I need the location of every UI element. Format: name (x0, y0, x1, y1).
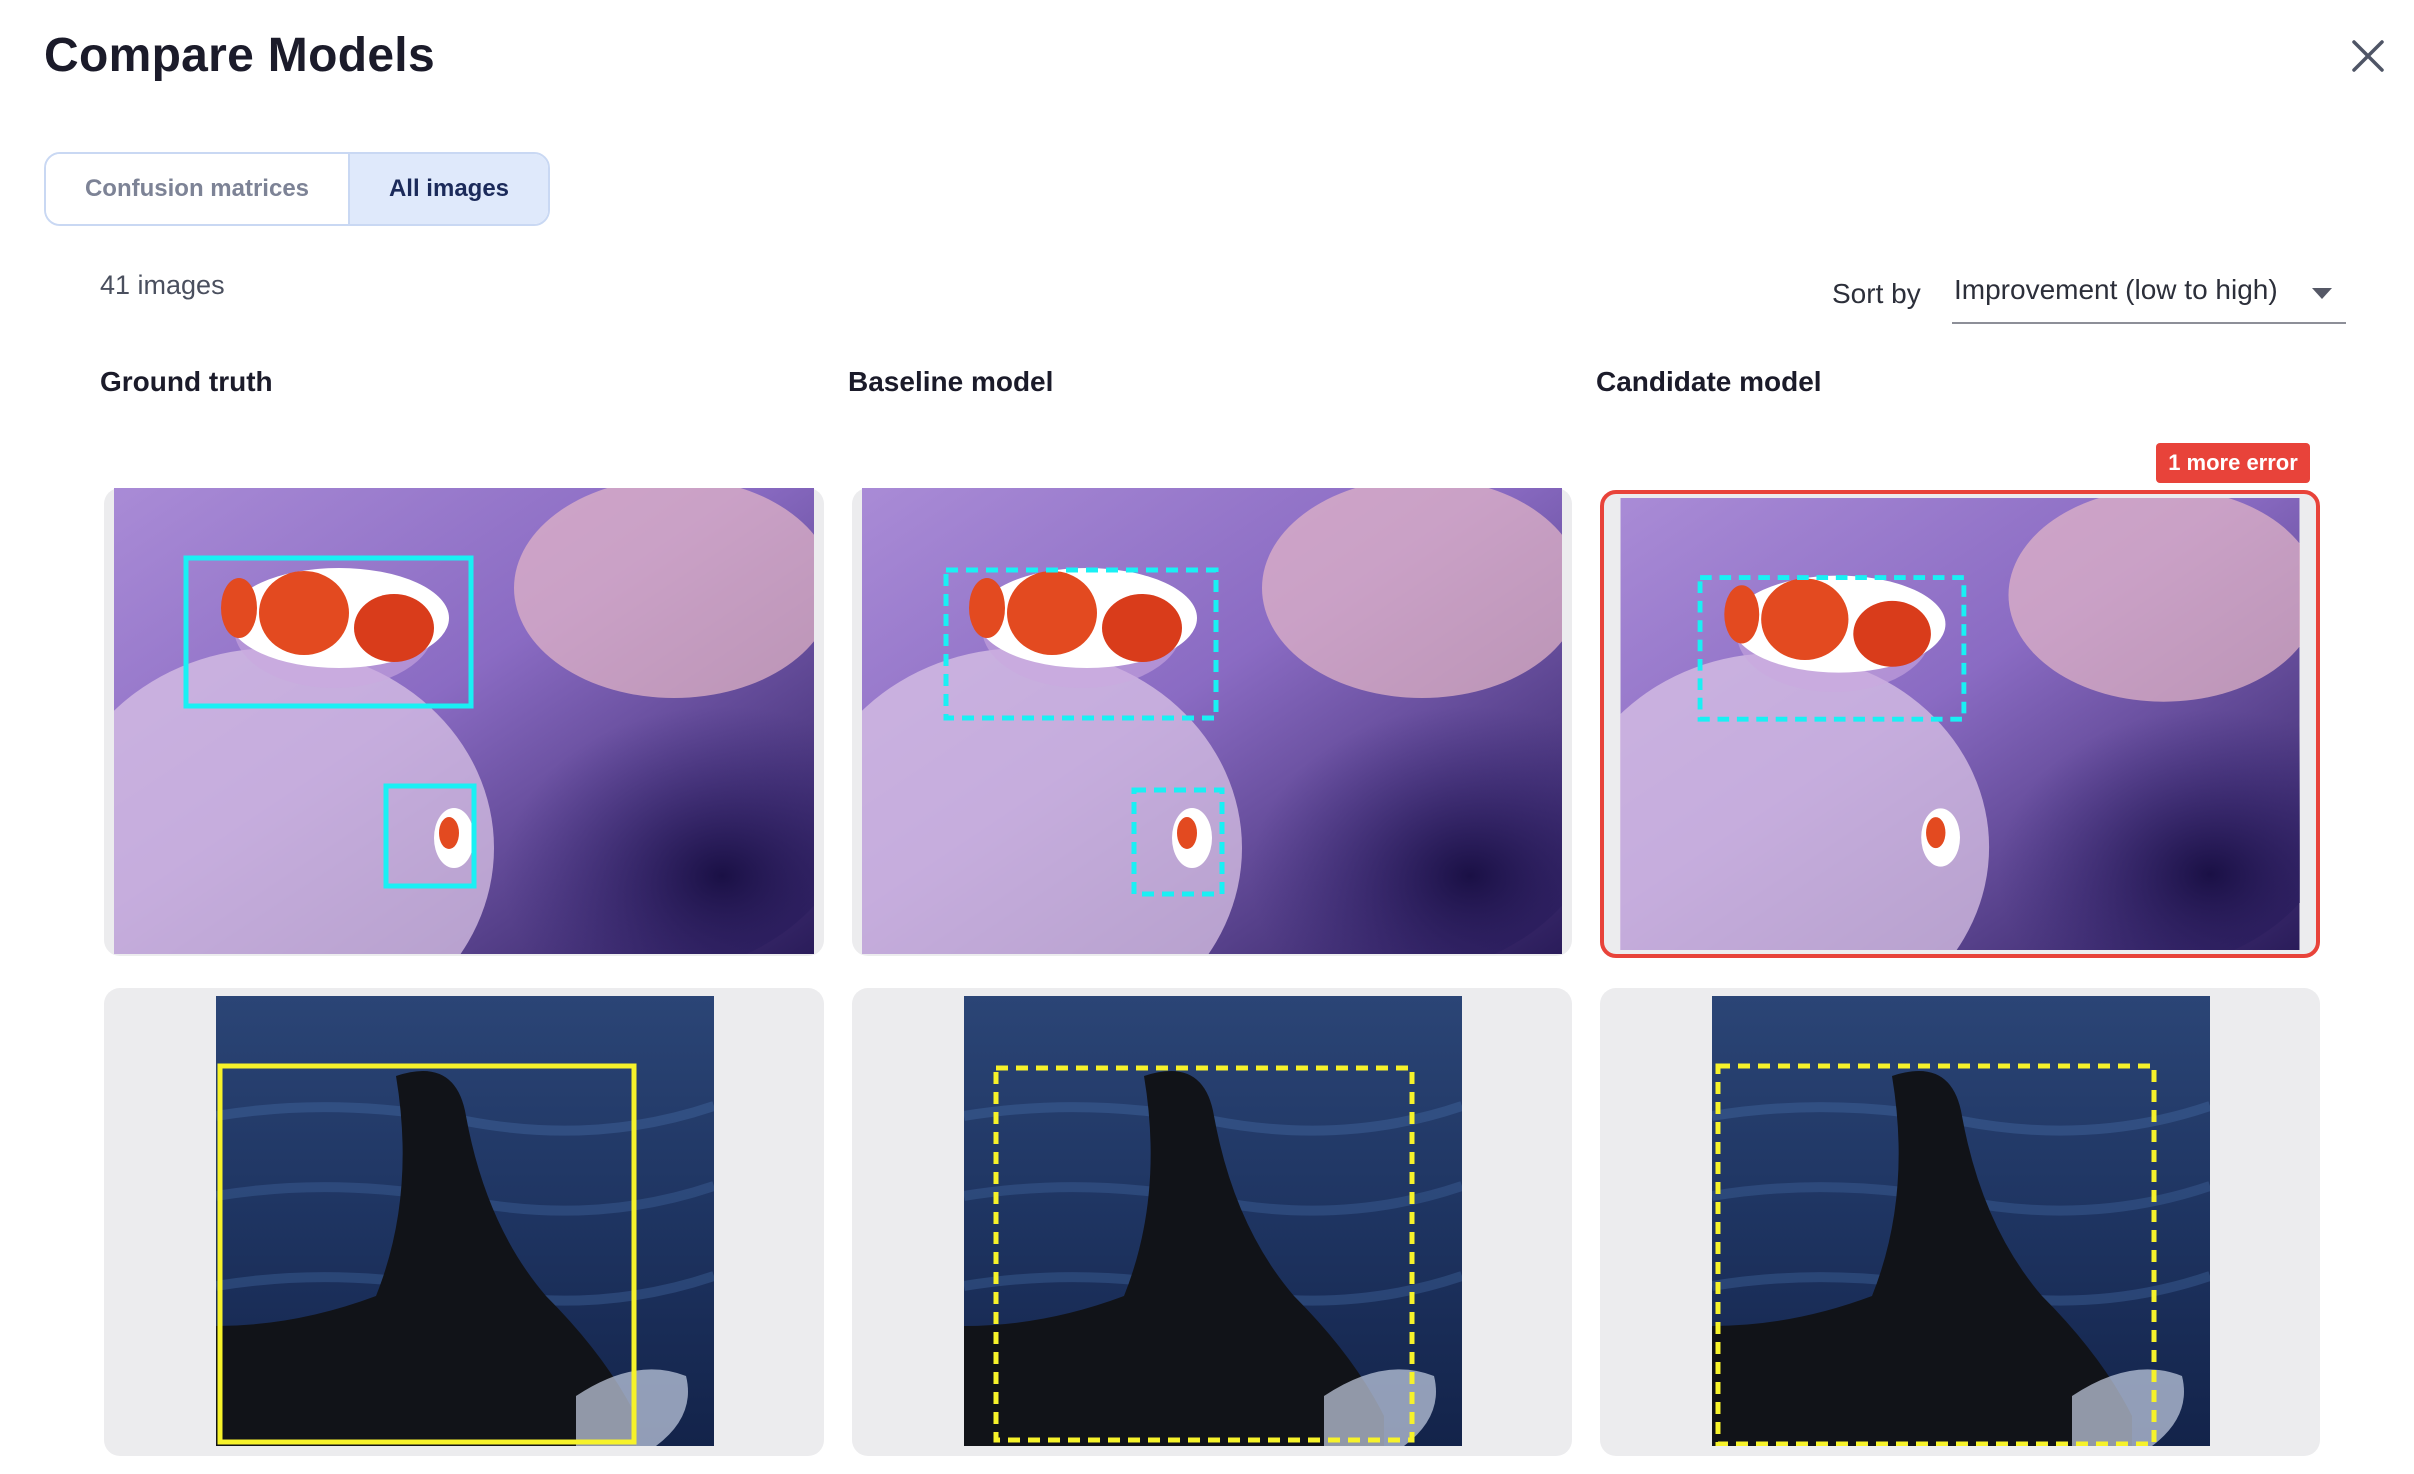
tab-label: Confusion matrices (84, 175, 310, 202)
error-badge: 1 more error (2156, 443, 2310, 483)
sort-label: Sort by (1832, 278, 1921, 309)
clownfish-image (862, 488, 1562, 954)
tab-confusion-matrices[interactable]: Confusion matrices (46, 154, 350, 224)
sort-value: Improvement (low to high) (1954, 274, 2278, 305)
view-tabs: Confusion matrices All images (44, 152, 550, 226)
clownfish-image (114, 488, 814, 954)
image-card-candidate-2[interactable] (1600, 988, 2320, 1456)
image-card-baseline-2[interactable] (852, 988, 1572, 1456)
clownfish-image (1620, 498, 2300, 950)
dolphin-fin-image (1712, 996, 2210, 1446)
tab-label: All images (388, 175, 510, 202)
image-card-candidate-1[interactable] (1600, 490, 2320, 958)
tab-all-images[interactable]: All images (350, 154, 548, 224)
column-heading-candidate-model: Candidate model (1596, 366, 1822, 397)
chevron-down-icon (2312, 288, 2332, 299)
close-icon[interactable] (2342, 30, 2394, 82)
dolphin-fin-image (216, 996, 714, 1446)
sort-dropdown[interactable]: Improvement (low to high) (1952, 270, 2346, 324)
column-heading-baseline-model: Baseline model (848, 366, 1054, 397)
image-card-baseline-1[interactable] (852, 488, 1572, 956)
column-heading-ground-truth: Ground truth (100, 366, 273, 397)
dolphin-fin-image (964, 996, 1462, 1446)
image-card-ground-truth-1[interactable] (104, 488, 824, 956)
image-card-ground-truth-2[interactable] (104, 988, 824, 1456)
page-title: Compare Models (44, 29, 435, 82)
image-count: 41 images (100, 270, 225, 300)
